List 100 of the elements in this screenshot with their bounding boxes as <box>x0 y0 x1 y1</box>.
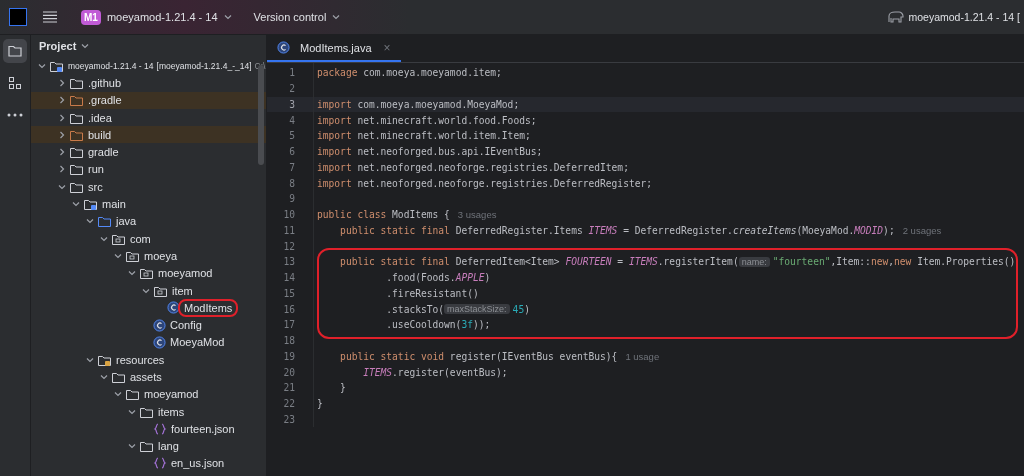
line-number: 13 <box>282 256 296 268</box>
tree-item[interactable]: .gradle <box>31 91 266 109</box>
tree-item[interactable]: items <box>31 402 266 421</box>
close-icon[interactable]: × <box>383 40 391 55</box>
version-control-menu[interactable]: Version control <box>247 7 347 27</box>
code-token: com.moeya.moeyamod.MoeyaMod; <box>357 98 520 110</box>
tree-item-label: MoeyaMod <box>170 336 225 349</box>
tree-item[interactable]: moeya <box>31 247 266 265</box>
line-number: 12 <box>282 240 296 252</box>
line-number: 22 <box>282 398 296 410</box>
elephant-icon <box>885 10 904 24</box>
class-icon <box>153 318 166 332</box>
app-logo-icon[interactable] <box>9 8 27 26</box>
line-number: 11 <box>282 224 296 236</box>
tree-item-label: com <box>130 232 151 245</box>
tree-item[interactable]: en_us.json <box>31 454 266 473</box>
line-number: 2 <box>288 83 296 95</box>
tree-item[interactable]: item <box>31 281 266 300</box>
usage-hint[interactable]: 2 usages <box>902 224 942 236</box>
code-token: public class <box>317 209 388 221</box>
code-token: ,Item:: <box>830 256 871 268</box>
code-token: import <box>317 177 353 189</box>
code-token: = <box>616 256 625 268</box>
class-icon <box>277 41 290 54</box>
tree-item[interactable]: lang <box>31 437 266 455</box>
code-token: } <box>339 382 346 394</box>
run-configuration[interactable]: moeyamod-1.21.4 - 14 [ <box>908 11 1020 23</box>
code-token: new <box>894 256 913 268</box>
tree-item-label: main <box>102 198 126 210</box>
tree-item-label: java <box>116 215 137 228</box>
tree-item-label: moeyamod <box>144 388 199 401</box>
tree-item-label: item <box>172 284 193 297</box>
line-number: 21 <box>282 382 296 394</box>
code-token: ITEMS <box>588 224 618 236</box>
tree-item[interactable]: fourteen.json <box>31 420 266 438</box>
tree-item-label: build <box>88 128 112 141</box>
folder-icon <box>69 93 84 108</box>
tree-item[interactable]: .idea <box>31 108 266 127</box>
code-token: ModItems { <box>392 209 450 221</box>
code-token: ITEMS <box>628 256 658 268</box>
line-number: 16 <box>282 303 296 315</box>
code-token: APPLE <box>455 272 485 284</box>
code-token: createItems <box>732 224 797 236</box>
tree-item-label: assets <box>130 371 162 383</box>
tree-item[interactable]: MoeyaMod <box>31 333 266 352</box>
tool-window-button[interactable] <box>3 39 27 63</box>
code-token: } <box>317 398 323 410</box>
tree-item-label: run <box>88 163 104 176</box>
tree-item[interactable]: assets <box>31 368 266 386</box>
braces-icon <box>153 456 167 471</box>
code-token: new <box>870 256 889 268</box>
more-icon <box>7 113 23 117</box>
folder-icon <box>69 145 84 160</box>
chevron-icon <box>72 200 80 208</box>
folder-icon <box>7 43 23 59</box>
code-token: com.moeya.moeyamod.item; <box>363 67 502 79</box>
code-token: public static void <box>339 350 446 362</box>
tree-item[interactable]: moeyamod <box>31 385 266 403</box>
tree-item[interactable]: com <box>31 229 266 248</box>
menu-icon[interactable] <box>43 11 57 23</box>
tree-item[interactable]: moeyamod <box>31 264 266 282</box>
tree-item-label: resources <box>116 353 165 366</box>
line-number: 10 <box>282 209 296 221</box>
line-number: 3 <box>288 98 296 110</box>
tree-item[interactable]: ModItems <box>31 299 266 317</box>
tree-item-label: gradle <box>88 146 119 159</box>
tree-item[interactable]: .github <box>31 74 266 92</box>
code-token: ) <box>484 272 491 284</box>
tree-item[interactable]: build <box>31 126 266 144</box>
project-selector[interactable]: M1 moeyamod-1.21.4 - 14 <box>75 5 238 29</box>
tree-item-label: .gradle <box>88 94 122 107</box>
tree-item[interactable]: Config <box>31 316 266 334</box>
line-number: 14 <box>282 272 296 284</box>
module-folder-icon <box>83 197 98 211</box>
tree-item[interactable]: resources <box>31 351 266 369</box>
tree-item[interactable]: src <box>31 178 266 196</box>
usage-hint[interactable]: 1 usage <box>625 350 660 362</box>
line-number: 20 <box>282 366 296 378</box>
parameter-hint: name: <box>738 256 770 267</box>
code-token: import <box>317 130 353 142</box>
class-icon <box>153 335 166 349</box>
usage-hint[interactable]: 3 usages <box>457 209 497 221</box>
panel-title[interactable]: Project <box>39 40 77 52</box>
chevron-down-icon <box>332 13 341 21</box>
code-token: .useCooldown( <box>385 319 462 331</box>
code-token: net.minecraft.world.item.Item; <box>357 130 531 142</box>
tree-item[interactable]: java <box>31 212 266 230</box>
line-number: 5 <box>288 130 296 142</box>
editor-tab[interactable]: ModItems.java × <box>267 35 401 62</box>
code-token: MODID <box>854 224 884 236</box>
folder-icon <box>125 387 140 402</box>
code-token: (MoeyaMod. <box>796 224 855 236</box>
module-detail: [moeyamod-1.21.4_-_14] <box>156 60 252 71</box>
code-token: .food(Foods. <box>385 272 456 284</box>
tree-item-label: Config <box>170 319 202 332</box>
line-number: 6 <box>288 146 296 158</box>
tree-item[interactable]: main <box>31 195 266 213</box>
tree-item[interactable]: run <box>31 160 266 179</box>
folder-icon <box>139 439 154 454</box>
tree-item[interactable]: gradle <box>31 143 266 161</box>
